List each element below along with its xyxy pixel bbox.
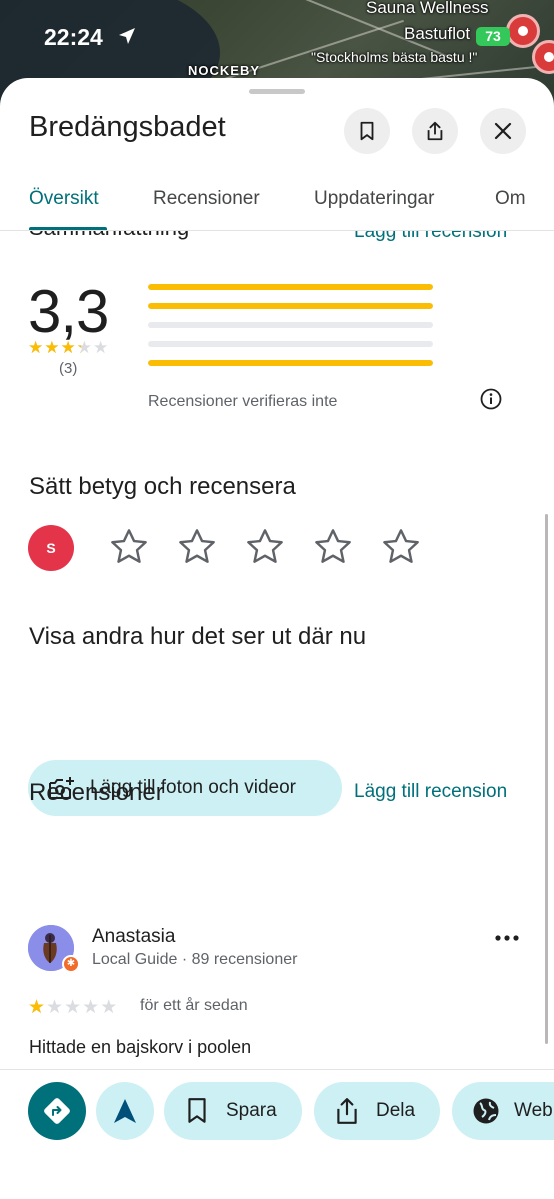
star-icon: ★ — [93, 338, 109, 357]
bookmark-icon — [360, 121, 374, 141]
star-icon: ★★ — [60, 338, 76, 357]
user-avatar-initial: S — [46, 540, 56, 556]
save-place-label: Spara — [226, 1100, 277, 1121]
location-arrow-icon — [119, 28, 135, 44]
star-icon: ★★ — [44, 338, 60, 357]
start-navigation-button[interactable] — [96, 1082, 154, 1140]
rating-bar-4 — [148, 303, 433, 309]
close-button[interactable] — [480, 108, 526, 154]
place-title: Bredängsbadet — [29, 111, 226, 143]
photos-heading: Visa andra hur det ser ut där nu — [29, 623, 367, 650]
star-outline-icon — [383, 529, 419, 563]
review-count: (3) — [59, 360, 78, 377]
status-bar: 22:24 73 — [0, 0, 554, 72]
divider — [0, 1069, 554, 1070]
rating-bar-5 — [148, 284, 433, 290]
save-place-button[interactable]: Spara — [164, 1082, 302, 1140]
directions-icon — [44, 1098, 70, 1124]
website-button[interactable]: Webbplats — [452, 1082, 554, 1140]
star-outline-icon — [315, 529, 351, 563]
action-bar: Spara Dela Webbplats — [0, 1082, 554, 1142]
review-item: ✱ Anastasia Local Guide · 89 recensioner… — [0, 841, 554, 1067]
share-place-label: Dela — [376, 1100, 416, 1121]
rate-heading: Sätt betyg och recensera — [29, 473, 296, 500]
close-icon — [494, 122, 512, 140]
website-label: Webbplats — [514, 1100, 554, 1121]
scroll-content[interactable]: Sammanfattning Lägg till recension 3,3 ★… — [0, 231, 554, 1067]
tab-uppdateringar[interactable]: Uppdateringar — [314, 188, 434, 210]
directions-button[interactable] — [28, 1082, 86, 1140]
reviews-heading: Recensioner — [29, 779, 164, 806]
reviewer-meta: Local Guide · 89 recensioner — [92, 951, 298, 968]
rating-bar-2 — [148, 341, 433, 347]
globe-icon — [473, 1098, 499, 1124]
rating-distribution[interactable] — [148, 284, 433, 379]
star-icon: ★★ — [28, 338, 44, 357]
share-icon — [337, 1098, 357, 1124]
reviewer-name[interactable]: Anastasia — [92, 926, 175, 948]
star-outline-icon — [179, 529, 215, 563]
add-review-link[interactable]: Lägg till recension — [354, 781, 507, 803]
rate-star-3[interactable] — [244, 521, 312, 573]
user-avatar[interactable]: S — [28, 525, 74, 571]
reviews-disclaimer: Recensioner verifieras inte — [148, 393, 338, 410]
battery-indicator: 73 — [476, 27, 510, 46]
review-stars: ★ ★ ★ ★ ★ ★ — [28, 998, 117, 1017]
average-rating: 3,3 — [28, 278, 109, 345]
share-button[interactable] — [412, 108, 458, 154]
reviewer-avatar[interactable]: ✱ — [28, 925, 80, 973]
review-text: Hittade en bajskorv i poolen — [29, 1037, 252, 1057]
star-outline-icon — [111, 529, 147, 563]
rating-bar-1 — [148, 360, 433, 366]
navigation-icon — [114, 1099, 136, 1123]
share-place-button[interactable]: Dela — [314, 1082, 440, 1140]
star-icon: ★ — [82, 997, 100, 1018]
tab-oversikt[interactable]: Översikt — [29, 188, 99, 210]
status-time: 22:24 — [44, 24, 103, 50]
rate-star-1[interactable] — [108, 521, 176, 573]
star-icon: ★ — [64, 997, 82, 1018]
bookmark-icon — [188, 1098, 206, 1123]
place-sheet: Bredängsbadet Översikt Recensioner Uppda… — [0, 78, 554, 1199]
tab-om[interactable]: Om — [495, 188, 526, 210]
rating-bar-fill — [148, 284, 433, 290]
rating-bar-fill — [148, 360, 433, 366]
add-review-link-top[interactable]: Lägg till recension — [354, 231, 507, 243]
tab-bar: Översikt Recensioner Uppdateringar Om — [0, 182, 554, 230]
rate-star-4[interactable] — [312, 521, 380, 573]
star-icon: ★ — [100, 997, 118, 1018]
local-guide-badge: ✱ — [62, 955, 80, 973]
star-outline-icon — [247, 529, 283, 563]
rate-star-2[interactable] — [176, 521, 244, 573]
sheet-grabber[interactable] — [249, 89, 305, 94]
review-date: för ett år sedan — [140, 997, 248, 1014]
share-icon — [427, 121, 443, 141]
star-rating-input[interactable] — [108, 521, 448, 573]
summary-heading: Sammanfattning — [29, 231, 189, 241]
star-icon: ★★ — [76, 338, 92, 357]
star-icon: ★★ — [28, 997, 46, 1018]
save-button[interactable] — [344, 108, 390, 154]
tab-recensioner[interactable]: Recensioner — [153, 188, 260, 210]
average-stars: ★★★★★★★★★ — [28, 339, 108, 356]
star-icon: ★ — [46, 997, 64, 1018]
rating-bar-3 — [148, 322, 433, 328]
info-icon[interactable] — [480, 388, 502, 410]
rate-star-5[interactable] — [380, 521, 448, 573]
more-options-icon[interactable] — [494, 933, 520, 943]
rating-bar-fill — [148, 303, 433, 309]
